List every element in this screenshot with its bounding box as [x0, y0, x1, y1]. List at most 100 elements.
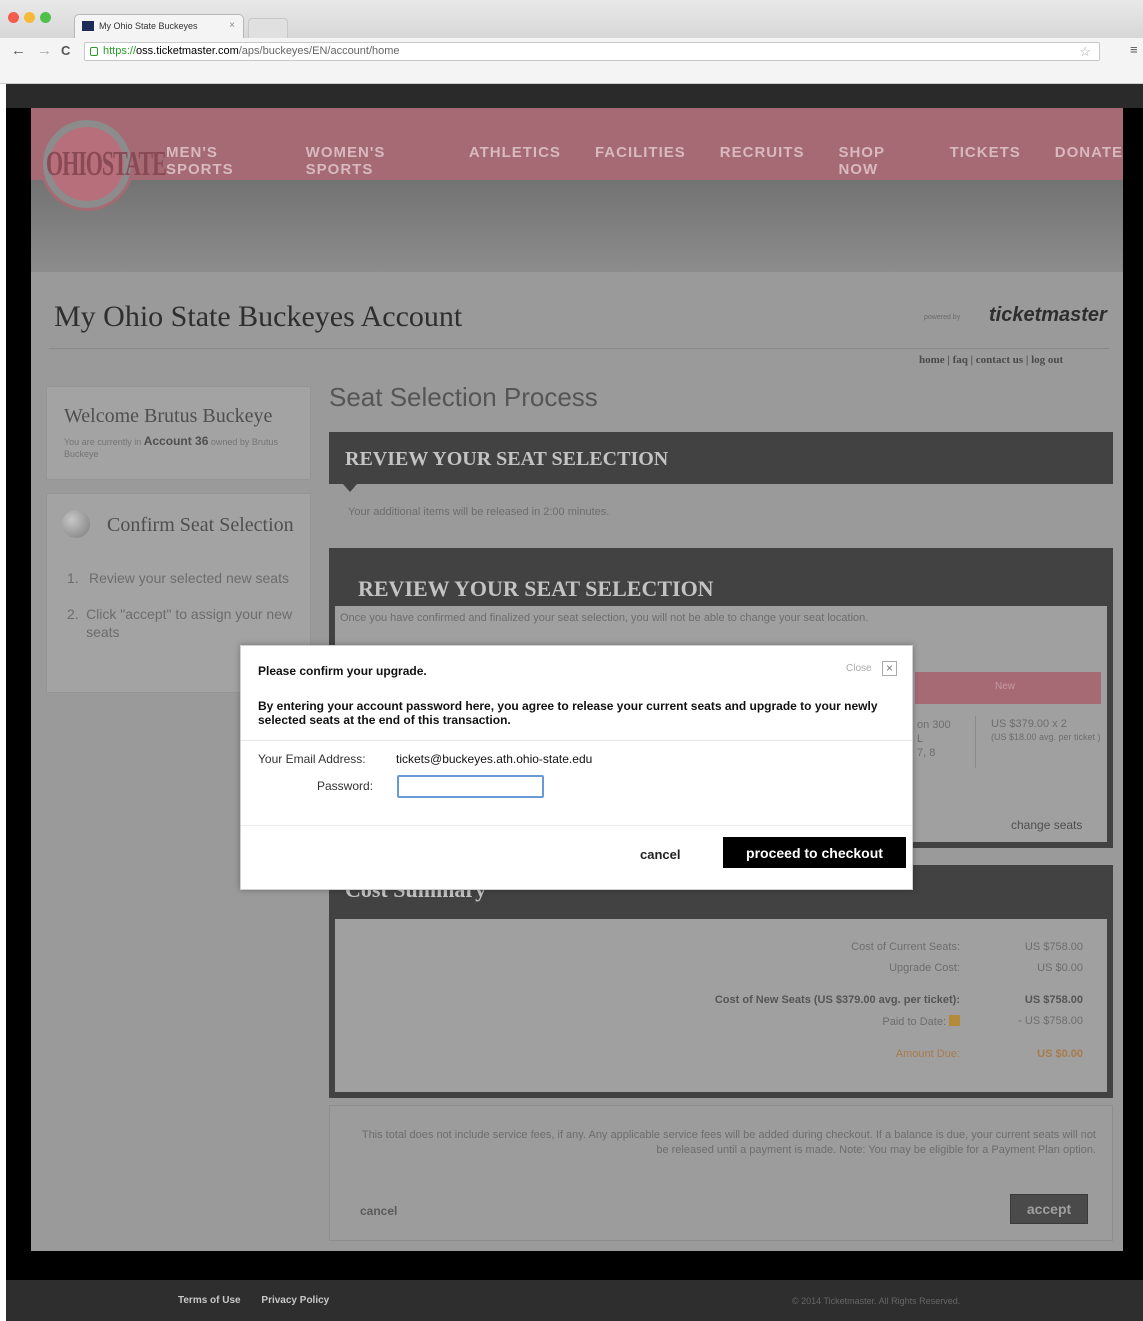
nav-athletics[interactable]: ATHLETICS: [469, 144, 561, 178]
tab-close-icon[interactable]: ×: [229, 20, 235, 31]
dialog-divider: [241, 825, 912, 826]
release-timer-note: Your additional items will be released i…: [348, 506, 610, 518]
new-seat-price: US $379.00 x 2 (US $18.00 avg. per ticke…: [991, 718, 1101, 744]
dialog-divider: [241, 740, 912, 741]
footer-links: Terms of Use Privacy Policy: [178, 1295, 347, 1306]
url-path: /aps/buckeyes/EN/account/home: [238, 45, 400, 57]
nav-donate[interactable]: DONATE: [1055, 144, 1123, 178]
price-avg: (US $18.00 avg. per ticket ): [991, 732, 1101, 742]
dialog-description: By entering your account password here, …: [258, 699, 878, 727]
logo-text: OHIOSTATE: [46, 143, 167, 184]
nav-mens-sports[interactable]: MEN'S SPORTS: [166, 144, 272, 178]
cost-label: Cost of New Seats (US $379.00 avg. per t…: [714, 994, 960, 1006]
browser-tab[interactable]: My Ohio State Buckeyes ×: [74, 14, 244, 38]
page-top-band: [6, 84, 1143, 108]
lock-icon: [90, 47, 98, 56]
fees-disclaimer: This total does not include service fees…: [361, 1129, 1096, 1156]
terms-of-use-link[interactable]: Terms of Use: [178, 1295, 241, 1306]
welcome-sub-pre: You are currently in: [64, 437, 144, 447]
section-title: Seat Selection Process: [329, 382, 598, 412]
step-text: Click "accept" to assign your new seats: [86, 606, 293, 640]
browser-menu-icon[interactable]: ≡: [1130, 42, 1138, 57]
dialog-title: Please confirm your upgrade.: [258, 664, 427, 678]
new-tab-button[interactable]: [248, 18, 288, 38]
change-seats-link[interactable]: change seats: [1011, 818, 1082, 832]
paid-to-date-label: Paid to Date:: [540, 1015, 960, 1028]
welcome-panel: Welcome Brutus Buckeye You are currently…: [46, 386, 311, 480]
close-icon[interactable]: ×: [882, 661, 897, 676]
column-divider: [975, 716, 976, 768]
cost-summary-panel: Cost Summary Cost of Current Seats: US $…: [329, 865, 1113, 1098]
email-value: tickets@buckeyes.ath.ohio-state.edu: [396, 752, 593, 766]
account-number: Account 36: [143, 434, 209, 448]
new-seats-label: New: [995, 681, 1016, 692]
hero-banner: [31, 180, 1123, 272]
privacy-policy-link[interactable]: Privacy Policy: [261, 1295, 329, 1306]
accept-button[interactable]: accept: [1010, 1194, 1088, 1224]
cost-summary-body: Cost of Current Seats: US $758.00 Upgrad…: [335, 919, 1107, 1092]
list-item: 1. Review your selected new seats: [67, 569, 297, 587]
minimize-window-icon[interactable]: [24, 12, 35, 23]
cost-value: US $758.00: [1024, 941, 1083, 953]
ohio-state-logo[interactable]: OHIOSTATE: [43, 120, 167, 208]
forward-icon[interactable]: →: [37, 42, 52, 59]
steps-title: Confirm Seat Selection: [107, 514, 294, 536]
review-header-title: REVIEW YOUR SEAT SELECTION: [345, 448, 669, 470]
price-line: US $379.00 x 2: [991, 718, 1067, 730]
site-footer: Terms of Use Privacy Policy © 2014 Ticke…: [6, 1280, 1143, 1321]
close-link[interactable]: Close: [846, 663, 872, 674]
browser-tabstrip: My Ohio State Buckeyes ×: [0, 0, 1143, 38]
site-navbar: MEN'S SPORTS WOMEN'S SPORTS ATHLETICS FA…: [31, 108, 1123, 180]
powered-by-label: powered by: [924, 314, 961, 321]
cost-value: US $0.00: [1037, 962, 1083, 974]
bookmark-star-icon[interactable]: ☆: [1079, 44, 1091, 60]
reload-icon[interactable]: C: [61, 43, 70, 58]
ticketmaster-logo: ticketmaster: [989, 304, 1107, 326]
page-title: My Ohio State Buckeyes Account: [54, 300, 463, 333]
seat-numbers: 7, 8: [917, 747, 936, 759]
nav-recruits[interactable]: RECRUITS: [720, 144, 805, 178]
step-number: 1.: [67, 570, 79, 586]
cost-value: US $758.00: [1024, 994, 1083, 1006]
cost-label-text: Paid to Date:: [882, 1016, 946, 1028]
copyright: © 2014 Ticketmaster. All Rights Reserved…: [792, 1296, 961, 1306]
tab-title: My Ohio State Buckeyes: [99, 21, 198, 31]
welcome-subtitle: You are currently in Account 36 owned by…: [64, 435, 294, 460]
back-icon[interactable]: ←: [11, 42, 26, 59]
proceed-to-checkout-button[interactable]: proceed to checkout: [723, 837, 906, 868]
cancel-button[interactable]: cancel: [640, 847, 680, 862]
step-number: 2.: [67, 606, 79, 622]
nav-womens-sports[interactable]: WOMEN'S SPORTS: [306, 144, 435, 178]
info-icon[interactable]: [949, 1015, 960, 1026]
url-scheme: https://: [103, 45, 137, 57]
nav-shop-now[interactable]: SHOP NOW: [838, 144, 915, 178]
close-window-icon[interactable]: [8, 12, 19, 23]
checkout-actions-panel: This total does not include service fees…: [329, 1105, 1113, 1241]
step-indicator-icon: [62, 510, 90, 538]
password-field[interactable]: [397, 775, 544, 798]
zoom-window-icon[interactable]: [40, 12, 51, 23]
review-panel-title: REVIEW YOUR SEAT SELECTION: [358, 576, 714, 601]
new-seats-header: New: [915, 672, 1101, 704]
new-seat-location: on 300 L 7, 8: [917, 718, 951, 760]
cost-label: Cost of Current Seats:: [851, 941, 960, 953]
list-item: 2. Click "accept" to assign your new seat…: [67, 605, 297, 641]
amount-due-value: US $0.00: [1037, 1048, 1083, 1060]
email-label: Your Email Address:: [258, 752, 366, 766]
amount-due-label: Amount Due:: [895, 1048, 960, 1060]
confirm-upgrade-dialog: Please confirm your upgrade. Close × By …: [240, 645, 913, 890]
cost-value: - US $758.00: [1018, 1015, 1083, 1027]
url-host: oss.ticketmaster.com: [136, 45, 239, 57]
account-links[interactable]: home | faq | contact us | log out: [919, 354, 1063, 366]
cancel-link[interactable]: cancel: [360, 1204, 397, 1218]
review-header-notch: [343, 484, 357, 492]
favicon-icon: [82, 21, 94, 31]
finalize-warning: Once you have confirmed and finalized yo…: [340, 612, 869, 624]
header-divider: [49, 348, 1109, 349]
cost-label: Upgrade Cost:: [889, 962, 960, 974]
address-bar[interactable]: https://oss.ticketmaster.com/aps/buckeye…: [84, 42, 1100, 61]
browser-toolbar: ← → C https://oss.ticketmaster.com/aps/b…: [0, 38, 1143, 84]
nav-facilities[interactable]: FACILITIES: [595, 144, 686, 178]
review-header-bar: REVIEW YOUR SEAT SELECTION: [329, 432, 1113, 484]
nav-tickets[interactable]: TICKETS: [950, 144, 1021, 178]
